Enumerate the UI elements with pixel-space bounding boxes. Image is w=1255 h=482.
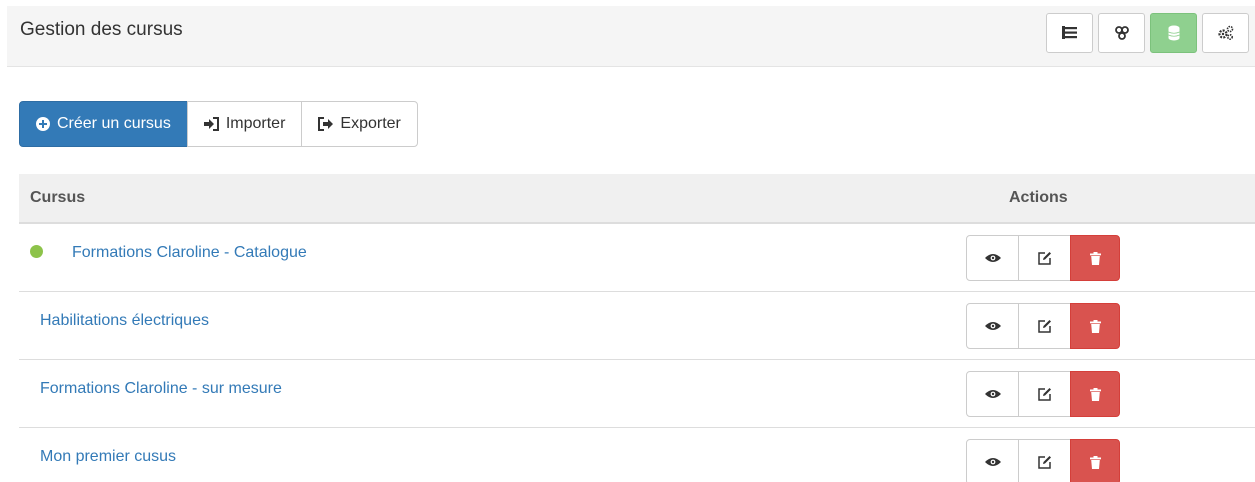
plus-circle-icon <box>36 117 50 131</box>
trash-icon <box>1089 319 1101 333</box>
settings-button[interactable] <box>1202 13 1249 53</box>
view-button[interactable] <box>966 439 1019 482</box>
delete-button[interactable] <box>1070 235 1120 281</box>
import-label: Importer <box>225 115 286 132</box>
edit-button[interactable] <box>1018 439 1071 482</box>
view-button[interactable] <box>966 371 1019 417</box>
table-row: Habilitations électriques <box>19 292 1255 360</box>
list-icon <box>1061 26 1077 39</box>
eye-icon <box>984 254 1001 262</box>
edit-button[interactable] <box>1018 303 1071 349</box>
status-dot <box>30 245 43 258</box>
cursus-link[interactable]: Formations Claroline - Catalogue <box>72 244 307 262</box>
column-header-actions: Actions <box>1009 189 1068 206</box>
eye-icon <box>984 390 1001 398</box>
list-view-button[interactable] <box>1046 13 1093 53</box>
page-title: Gestion des cursus <box>20 19 183 40</box>
delete-button[interactable] <box>1070 303 1120 349</box>
table-row: Mon premier cusus <box>19 428 1255 482</box>
eye-icon <box>984 322 1001 330</box>
edit-icon <box>1038 251 1051 265</box>
edit-icon <box>1038 319 1051 333</box>
cursus-link[interactable]: Formations Claroline - sur mesure <box>40 380 282 398</box>
delete-button[interactable] <box>1070 371 1120 417</box>
row-actions <box>966 303 1120 349</box>
database-icon <box>1167 25 1180 41</box>
table-row: Formations Claroline - Catalogue <box>19 224 1255 292</box>
eye-icon <box>984 458 1001 466</box>
import-button[interactable]: Importer <box>186 101 303 147</box>
edit-icon <box>1038 455 1051 469</box>
page-header: Gestion des cursus <box>7 6 1255 67</box>
cursus-link[interactable]: Mon premier cusus <box>40 448 176 466</box>
edit-icon <box>1038 387 1051 401</box>
edit-button[interactable] <box>1018 235 1071 281</box>
cursus-table: Cursus Actions Formations Claroline - Ca… <box>19 174 1255 482</box>
sign-in-icon <box>203 117 219 131</box>
trash-icon <box>1089 455 1101 469</box>
toolbar: Créer un cursus Importer Exporter <box>19 101 418 147</box>
trash-icon <box>1089 251 1101 265</box>
cogs-icon <box>1217 25 1233 41</box>
row-actions <box>966 439 1120 482</box>
table-header: Cursus Actions <box>19 174 1255 224</box>
share-square-icon <box>318 117 334 131</box>
column-header-cursus: Cursus <box>30 189 86 206</box>
view-button[interactable] <box>966 235 1019 281</box>
row-actions <box>966 235 1120 281</box>
create-cursus-label: Créer un cursus <box>57 115 171 132</box>
edit-button[interactable] <box>1018 371 1071 417</box>
table-row: Formations Claroline - sur mesure <box>19 360 1255 428</box>
database-button[interactable] <box>1150 13 1197 53</box>
row-actions <box>966 371 1120 417</box>
delete-button[interactable] <box>1070 439 1120 482</box>
users-button[interactable] <box>1098 13 1145 53</box>
create-cursus-button[interactable]: Créer un cursus <box>19 101 188 147</box>
trash-icon <box>1089 387 1101 401</box>
view-button[interactable] <box>966 303 1019 349</box>
export-label: Exporter <box>340 115 401 132</box>
header-toolbar <box>1046 13 1249 53</box>
users-icon <box>1114 26 1129 40</box>
cursus-link[interactable]: Habilitations électriques <box>40 312 209 330</box>
export-button[interactable]: Exporter <box>301 101 418 147</box>
